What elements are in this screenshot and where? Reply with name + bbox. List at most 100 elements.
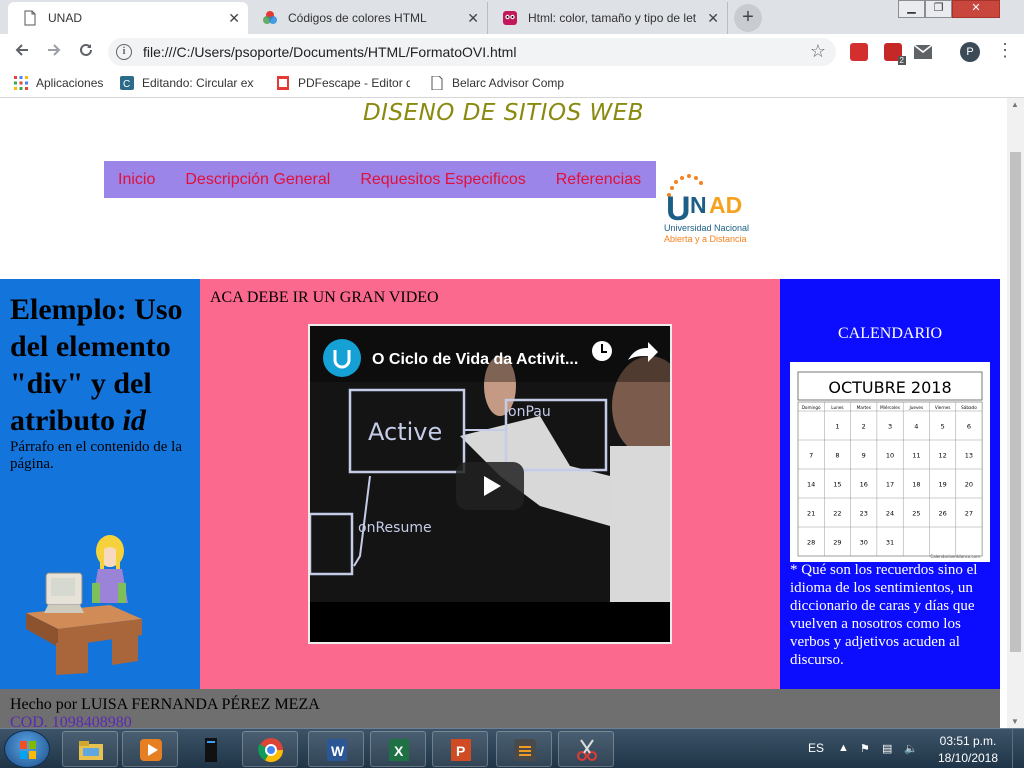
calendar-day-header: Domingo [802, 405, 821, 410]
close-icon[interactable]: ✕ [707, 10, 719, 27]
calendar-day-number: 1 [835, 423, 839, 431]
taskbar-explorer[interactable] [62, 731, 118, 767]
calendar-day-number: 24 [886, 510, 894, 518]
window-controls: ▁ ❐ ✕ [898, 0, 1000, 20]
taskbar-powerpoint[interactable]: P [432, 731, 488, 767]
system-tray: ES ▲ ⚑ ▤ 🔈 03:51 p.m. 18/10/2018 [800, 729, 1024, 768]
bookmark-editando[interactable]: C Editando: Circular ext [120, 76, 254, 90]
volume-icon[interactable]: 🔈 [904, 742, 918, 755]
video-title: O Ciclo de Vida da Activit... [372, 351, 578, 368]
nav-descripcion-general[interactable]: Descripción General [185, 171, 330, 189]
url-text[interactable]: file:///C:/Users/psoporte/Documents/HTML… [143, 44, 516, 60]
bookmark-belarc[interactable]: Belarc Advisor Compu [430, 76, 564, 90]
board-word-active: Active [368, 418, 442, 446]
media-player-icon [140, 739, 162, 761]
taskbar-pc[interactable] [182, 731, 238, 767]
menu-icon[interactable]: ⋮ [996, 40, 1014, 61]
calendar-day-number: 9 [862, 452, 866, 460]
extension-icon[interactable]: 2 [884, 43, 906, 65]
tab-unad[interactable]: UNAD ✕ [8, 2, 248, 34]
video-lead-text: ACA DEBE IR UN GRAN VIDEO [210, 289, 439, 306]
tab-title: Códigos de colores HTML [288, 11, 427, 25]
bookmark-apps[interactable]: Aplicaciones [14, 76, 103, 90]
window-close-button[interactable]: ✕ [952, 0, 1000, 18]
bookmark-label: PDFescape - Editor d [298, 76, 410, 90]
calendar-day-number: 12 [939, 452, 947, 460]
page-viewport: DISENO DE SITIOS WEB Inicio Descripción … [0, 98, 1024, 728]
reload-button[interactable] [74, 40, 98, 64]
taskbar-sublime[interactable] [496, 731, 552, 767]
windows-taskbar: W X P ES ▲ ⚑ ▤ 🔈 03:51 p.m. 18/10/2018 [0, 728, 1024, 768]
action-center-icon[interactable]: ⚑ [860, 742, 870, 755]
calendar-day-header: Viernes [935, 405, 951, 410]
forward-button[interactable] [42, 40, 66, 64]
calendar-day-number: 20 [965, 481, 973, 489]
close-icon[interactable]: ✕ [228, 10, 240, 27]
browser-toolbar: i file:///C:/Users/psoporte/Documents/HT… [0, 34, 1024, 70]
bookmark-pdfescape[interactable]: PDFescape - Editor d [276, 76, 410, 90]
clock-date[interactable]: 18/10/2018 [936, 751, 1000, 765]
taskbar-chrome[interactable] [242, 731, 298, 767]
nav-referencias[interactable]: Referencias [556, 171, 641, 189]
minimize-button[interactable]: ▁ [898, 0, 925, 18]
bookmark-star-icon[interactable]: ☆ [810, 41, 826, 62]
bookmark-label: Aplicaciones [36, 76, 104, 90]
left-heading: Elemplo: Uso del elemento "div" y del at… [10, 293, 183, 437]
arrow-left-icon [15, 44, 28, 56]
word-icon: W [327, 739, 347, 761]
calendar-day-number: 11 [912, 452, 920, 460]
calendar-day-number: 10 [886, 452, 894, 460]
nav-inicio[interactable]: Inicio [118, 171, 155, 189]
taskbar-media-player[interactable] [122, 731, 178, 767]
taskbar-word[interactable]: W [308, 731, 364, 767]
maximize-button[interactable]: ❐ [925, 0, 952, 18]
scroll-up-arrow-icon[interactable]: ▲ [1011, 100, 1019, 109]
close-icon[interactable]: ✕ [467, 10, 479, 27]
info-icon[interactable]: i [116, 44, 132, 60]
calendar-day-number: 3 [888, 423, 892, 431]
show-desktop-button[interactable] [1012, 729, 1024, 768]
bookmark-label: Belarc Advisor Compu [452, 76, 564, 90]
vertical-scrollbar[interactable]: ▲ ▼ [1007, 98, 1024, 728]
start-button[interactable] [4, 730, 50, 768]
profile-avatar[interactable]: P [960, 42, 980, 62]
tab-color-codes[interactable]: Códigos de colores HTML ✕ [248, 2, 488, 34]
watch-later-icon[interactable] [592, 341, 612, 361]
calendar-title: CALENDARIO [838, 325, 942, 342]
network-icon[interactable]: ▤ [882, 742, 892, 755]
calendar-day-number: 29 [833, 539, 841, 547]
apps-grid-icon [14, 76, 28, 90]
calendar-day-number: 7 [809, 452, 813, 460]
calendar-day-number: 26 [939, 510, 947, 518]
svg-text:AD: AD [709, 192, 742, 218]
right-column: CALENDARIO OCTUBRE 2018 Domingo Lunes Mart… [780, 279, 1000, 689]
footer-code-link[interactable]: COD. 1098408980 [10, 714, 990, 728]
new-tab-button[interactable]: + [734, 4, 762, 32]
svg-text:C: C [123, 79, 130, 90]
document-icon [24, 10, 36, 26]
calendar-day-number: 8 [835, 452, 839, 460]
taskbar-snipping-tool[interactable] [558, 731, 614, 767]
language-indicator[interactable]: ES [808, 741, 824, 755]
calendar-day-number: 22 [833, 510, 841, 518]
scrollbar-thumb[interactable] [1010, 152, 1021, 652]
nav-requisitos-especificos[interactable]: Requesitos Especificos [360, 171, 525, 189]
mail-icon[interactable] [914, 45, 932, 59]
play-button[interactable] [456, 462, 524, 510]
clock-time[interactable]: 03:51 p.m. [938, 734, 998, 748]
address-bar[interactable]: i file:///C:/Users/psoporte/Documents/HT… [108, 38, 836, 66]
tab-title: UNAD [48, 11, 83, 25]
scroll-down-arrow-icon[interactable]: ▼ [1011, 717, 1019, 726]
taskbar-excel[interactable]: X [370, 731, 426, 767]
sublime-icon [514, 739, 536, 761]
main-nav: Inicio Descripción General Requesitos Es… [104, 161, 656, 198]
snipping-tool-icon [577, 739, 597, 761]
pdf-extension-icon[interactable] [850, 43, 868, 61]
owl-icon [503, 11, 517, 25]
footer-author: Hecho por LUISA FERNANDA PÉREZ MEZA [10, 696, 320, 713]
video-player[interactable]: Active onPau onResume O Ciclo de Vida da… [308, 324, 672, 644]
tab-html-color[interactable]: Html: color, tamaño y tipo de let ✕ [488, 2, 728, 34]
back-button[interactable] [10, 40, 34, 64]
calendar-day-header: Lunes [831, 405, 843, 410]
show-hidden-icons-icon[interactable]: ▲ [838, 742, 849, 754]
